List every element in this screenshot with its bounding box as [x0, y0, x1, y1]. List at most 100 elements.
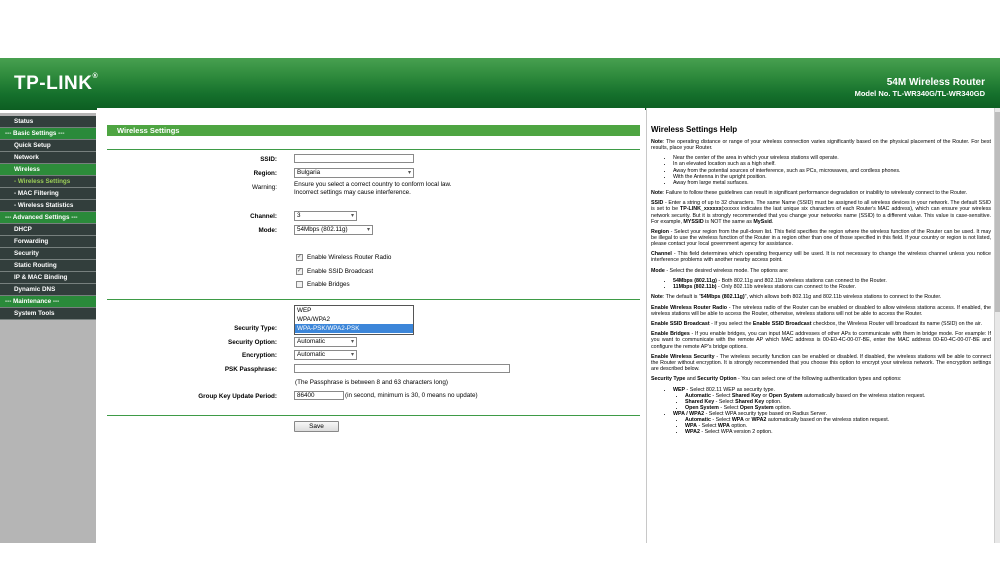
divider-top [107, 149, 640, 150]
chevron-down-icon: ▾ [350, 213, 354, 219]
ssid-input[interactable] [294, 154, 414, 163]
section-title-wireless-settings: Wireless Settings [107, 125, 640, 136]
header-banner: TP-LINK® 54M Wireless Router Model No. T… [0, 58, 1000, 110]
warning-label: Warning: [252, 184, 277, 191]
main-panel: Wireless Settings SSID: Region: Bulgaria… [97, 108, 645, 543]
sidebar-item-mac-filtering[interactable]: - MAC Filtering [0, 188, 96, 200]
help-note-guidelines: Note: Failure to follow these guidelines… [651, 190, 968, 197]
help-panel: Wireless Settings Help Note: The operati… [646, 108, 995, 543]
scrollbar-thumb[interactable] [995, 112, 1000, 312]
help-security-type: Security Type and Security Option - You … [651, 376, 902, 383]
help-mode: Mode - Select the desired wireless mode.… [651, 267, 789, 274]
chevron-down-icon: ▾ [407, 170, 411, 176]
help-bridges: Enable Bridges - If you enable bridges, … [651, 331, 991, 350]
sidebar-item-dhcp[interactable]: DHCP [0, 224, 96, 236]
sidebar-section-maintenance: --- Maintenance --- [0, 296, 96, 308]
help-wireless-security: Enable Wireless Security - The wireless … [651, 353, 991, 372]
logo-registered-mark: ® [92, 73, 99, 80]
channel-label: Channel: [250, 213, 277, 220]
list-item: WPA / WPA2 - Select WPA security type ba… [673, 411, 991, 435]
chevron-down-icon: ▾ [350, 339, 354, 345]
check-icon: ✓ [297, 268, 303, 274]
psk-passphrase-label: PSK Passphrase: [224, 366, 277, 373]
sidebar-item-system-tools[interactable]: System Tools [0, 308, 96, 320]
list-item: 11Mbps (802.11b) - Only 802.11b wireless… [673, 284, 991, 290]
help-note-default: Note: The default is "54Mbps (802.11g)",… [651, 294, 942, 301]
security-type-option-wep[interactable]: WEP [295, 306, 413, 315]
group-key-note: (in second, minimum is 30, 0 means no up… [345, 392, 478, 399]
browser-top-area [0, 0, 1000, 58]
sidebar-item-security[interactable]: Security [0, 248, 96, 260]
psk-passphrase-input[interactable] [294, 364, 510, 373]
sidebar-item-ip-mac-binding[interactable]: IP & MAC Binding [0, 272, 96, 284]
help-body: Note: The operating distance or range of… [651, 139, 991, 439]
list-item: WEP - Select 802.11 WEP as security type… [673, 387, 991, 411]
mode-label: Mode: [258, 227, 277, 234]
encryption-selected-value: Automatic [297, 351, 325, 358]
help-channel: Channel - This field determines which op… [651, 251, 991, 264]
sidebar-item-wireless[interactable]: Wireless [0, 164, 96, 176]
mode-select[interactable]: 54Mbps (802.11g) ▾ [294, 225, 373, 235]
encryption-label: Encryption: [242, 352, 277, 359]
help-region: Region - Select your region from the pul… [651, 228, 991, 248]
help-wpa-options: Automatic - Select WPA or WPA2 automatic… [673, 417, 991, 435]
help-wep-options: Automatic - Select Shared Key or Open Sy… [673, 393, 991, 411]
product-title: 54M Wireless Router [886, 77, 985, 88]
model-number: Model No. TL-WR340G/TL-WR340GD [854, 89, 985, 98]
channel-selected-value: 3 [297, 212, 301, 219]
encryption-select[interactable]: Automatic ▾ [294, 350, 357, 360]
enable-bridges-checkbox[interactable] [296, 281, 303, 288]
security-type-option-wpa-psk[interactable]: WPA-PSK/WPA2-PSK [295, 324, 413, 333]
help-placement-list: Near the center of the area in which you… [651, 155, 991, 185]
region-selected-value: Bulgaria [297, 169, 321, 176]
sidebar-item-wireless-statistics[interactable]: - Wireless Statistics [0, 200, 96, 212]
security-type-dropdown[interactable]: WEP WPA/WPA2 WPA-PSK/WPA2-PSK [294, 305, 414, 335]
region-label: Region: [253, 170, 277, 177]
chevron-down-icon: ▾ [350, 352, 354, 358]
sidebar-item-status[interactable]: Status [0, 116, 96, 128]
psk-passphrase-note: (The Passphrase is between 8 and 63 char… [295, 379, 448, 386]
security-option-label: Security Option: [228, 339, 277, 346]
sidebar-item-quick-setup[interactable]: Quick Setup [0, 140, 96, 152]
browser-bottom-area [0, 543, 1000, 563]
enable-ssid-broadcast-checkbox[interactable]: ✓ [296, 268, 303, 275]
divider-middle [107, 299, 640, 300]
sidebar-section-advanced: --- Advanced Settings --- [0, 212, 96, 224]
help-note-placement: Note: The operating distance or range of… [651, 139, 991, 152]
enable-bridges-label: Enable Bridges [307, 281, 350, 288]
warning-text: Ensure you select a correct country to c… [294, 181, 452, 196]
sidebar-item-wireless-settings[interactable]: - Wireless Settings [0, 176, 96, 188]
save-button[interactable]: Save [294, 421, 339, 432]
security-type-label: Security Type: [234, 325, 277, 332]
sidebar-section-basic: --- Basic Settings --- [0, 128, 96, 140]
divider-bottom [107, 415, 640, 416]
logo-text: TP-LINK [14, 73, 93, 94]
sidebar-item-network[interactable]: Network [0, 152, 96, 164]
chevron-down-icon: ▾ [366, 227, 370, 233]
ssid-label: SSID: [260, 156, 277, 163]
mode-selected-value: 54Mbps (802.11g) [297, 226, 348, 233]
security-option-select[interactable]: Automatic ▾ [294, 337, 357, 347]
check-icon: ✓ [297, 254, 303, 260]
sidebar-item-static-routing[interactable]: Static Routing [0, 260, 96, 272]
tp-link-logo: TP-LINK® [14, 73, 98, 95]
region-select[interactable]: Bulgaria ▾ [294, 168, 414, 178]
channel-select[interactable]: 3 ▾ [294, 211, 357, 221]
sidebar-item-forwarding[interactable]: Forwarding [0, 236, 96, 248]
enable-ssid-broadcast-label: Enable SSID Broadcast [307, 268, 374, 275]
enable-radio-label: Enable Wireless Router Radio [307, 254, 392, 261]
sidebar-item-dynamic-dns[interactable]: Dynamic DNS [0, 284, 96, 296]
list-item: WPA2 - Select WPA version 2 option. [685, 429, 991, 435]
help-security-list: WEP - Select 802.11 WEP as security type… [651, 387, 991, 436]
help-ssid-broadcast: Enable SSID Broadcast - If you select th… [651, 321, 982, 328]
help-title: Wireless Settings Help [651, 125, 738, 134]
list-item: Away from large metal surfaces. [673, 180, 991, 186]
group-key-label: Group Key Update Period: [198, 393, 277, 400]
help-scrollbar[interactable] [994, 108, 1000, 543]
sidebar: Status --- Basic Settings --- Quick Setu… [0, 113, 96, 543]
help-radio: Enable Wireless Router Radio - The wirel… [651, 304, 991, 317]
group-key-input[interactable]: 86400 [294, 391, 344, 400]
enable-radio-checkbox[interactable]: ✓ [296, 254, 303, 261]
security-type-option-wpa-wpa2[interactable]: WPA/WPA2 [295, 315, 413, 324]
security-option-selected-value: Automatic [297, 338, 325, 345]
